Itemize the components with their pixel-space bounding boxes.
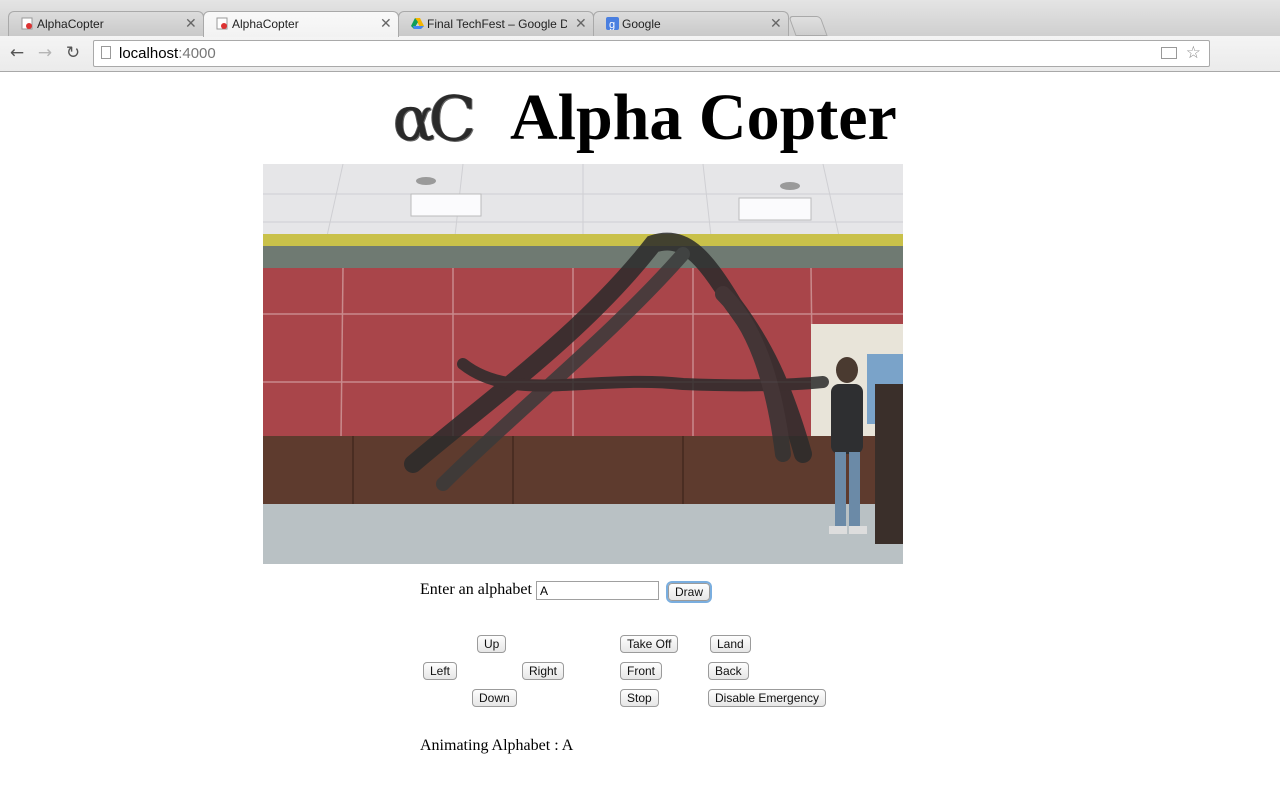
close-tab-icon[interactable]: ✕ [770, 15, 782, 32]
camera-icon[interactable] [1161, 47, 1177, 59]
close-tab-icon[interactable]: ✕ [380, 15, 392, 32]
new-tab-button[interactable] [788, 16, 828, 36]
forward-arrow-icon[interactable]: → [35, 43, 55, 63]
back-arrow-icon[interactable]: ← [7, 43, 27, 63]
tab-title: AlphaCopter [37, 17, 104, 31]
draw-button[interactable]: Draw [668, 583, 711, 601]
close-tab-icon[interactable]: ✕ [575, 15, 587, 32]
tab-google[interactable]: g Google ✕ [593, 11, 789, 36]
tab-alphacopter-2[interactable]: AlphaCopter ✕ [203, 11, 399, 37]
url-text: localhost:4000 [119, 45, 216, 62]
page-title: Alpha Copter [510, 81, 897, 154]
reload-icon[interactable]: ↻ [63, 43, 83, 63]
tab-title: Final TechFest – Google Dr [427, 17, 567, 31]
svg-text:g: g [609, 19, 615, 30]
status-text: Animating Alphabet : A [420, 737, 574, 754]
left-button[interactable]: Left [423, 662, 458, 680]
disable-emergency-button[interactable]: Disable Emergency [708, 689, 827, 707]
google-drive-icon [411, 18, 424, 29]
right-button[interactable]: Right [522, 662, 565, 680]
land-button[interactable]: Land [710, 635, 751, 653]
bookmark-star-icon[interactable]: ☆ [1186, 43, 1201, 63]
alphabet-input[interactable] [536, 581, 659, 600]
page-icon [101, 46, 111, 59]
down-button[interactable]: Down [472, 689, 517, 707]
alphacopter-favicon-icon [21, 17, 33, 30]
alphabet-label: Enter an alphabet [420, 581, 532, 598]
tab-google-drive[interactable]: Final TechFest – Google Dr ✕ [398, 11, 594, 36]
take-off-button[interactable]: Take Off [620, 635, 679, 653]
tab-strip: AlphaCopter ✕ AlphaCopter ✕ Final TechFe… [0, 0, 1280, 37]
camera-feed-image [263, 164, 903, 564]
tab-title: Google [622, 17, 661, 31]
alpha-copter-logo: αC [393, 82, 476, 155]
google-favicon-icon: g [606, 17, 619, 30]
stop-button[interactable]: Stop [620, 689, 659, 707]
back-button[interactable]: Back [708, 662, 749, 680]
ceiling-light [410, 193, 482, 217]
alphacopter-favicon-icon [216, 17, 228, 30]
up-button[interactable]: Up [477, 635, 507, 653]
browser-toolbar: ← → ↻ localhost:4000 ☆ V [0, 36, 1280, 99]
ceiling-light [738, 197, 812, 221]
tab-alphacopter-1[interactable]: AlphaCopter ✕ [8, 11, 204, 36]
address-bar[interactable]: localhost:4000 ☆ [93, 40, 1210, 67]
tab-title: AlphaCopter [232, 17, 299, 31]
front-button[interactable]: Front [620, 662, 663, 680]
camera-feed [263, 164, 903, 564]
close-tab-icon[interactable]: ✕ [185, 15, 197, 32]
page-content: αC Alpha Copter Enter an alphabet A Draw… [0, 72, 1280, 800]
